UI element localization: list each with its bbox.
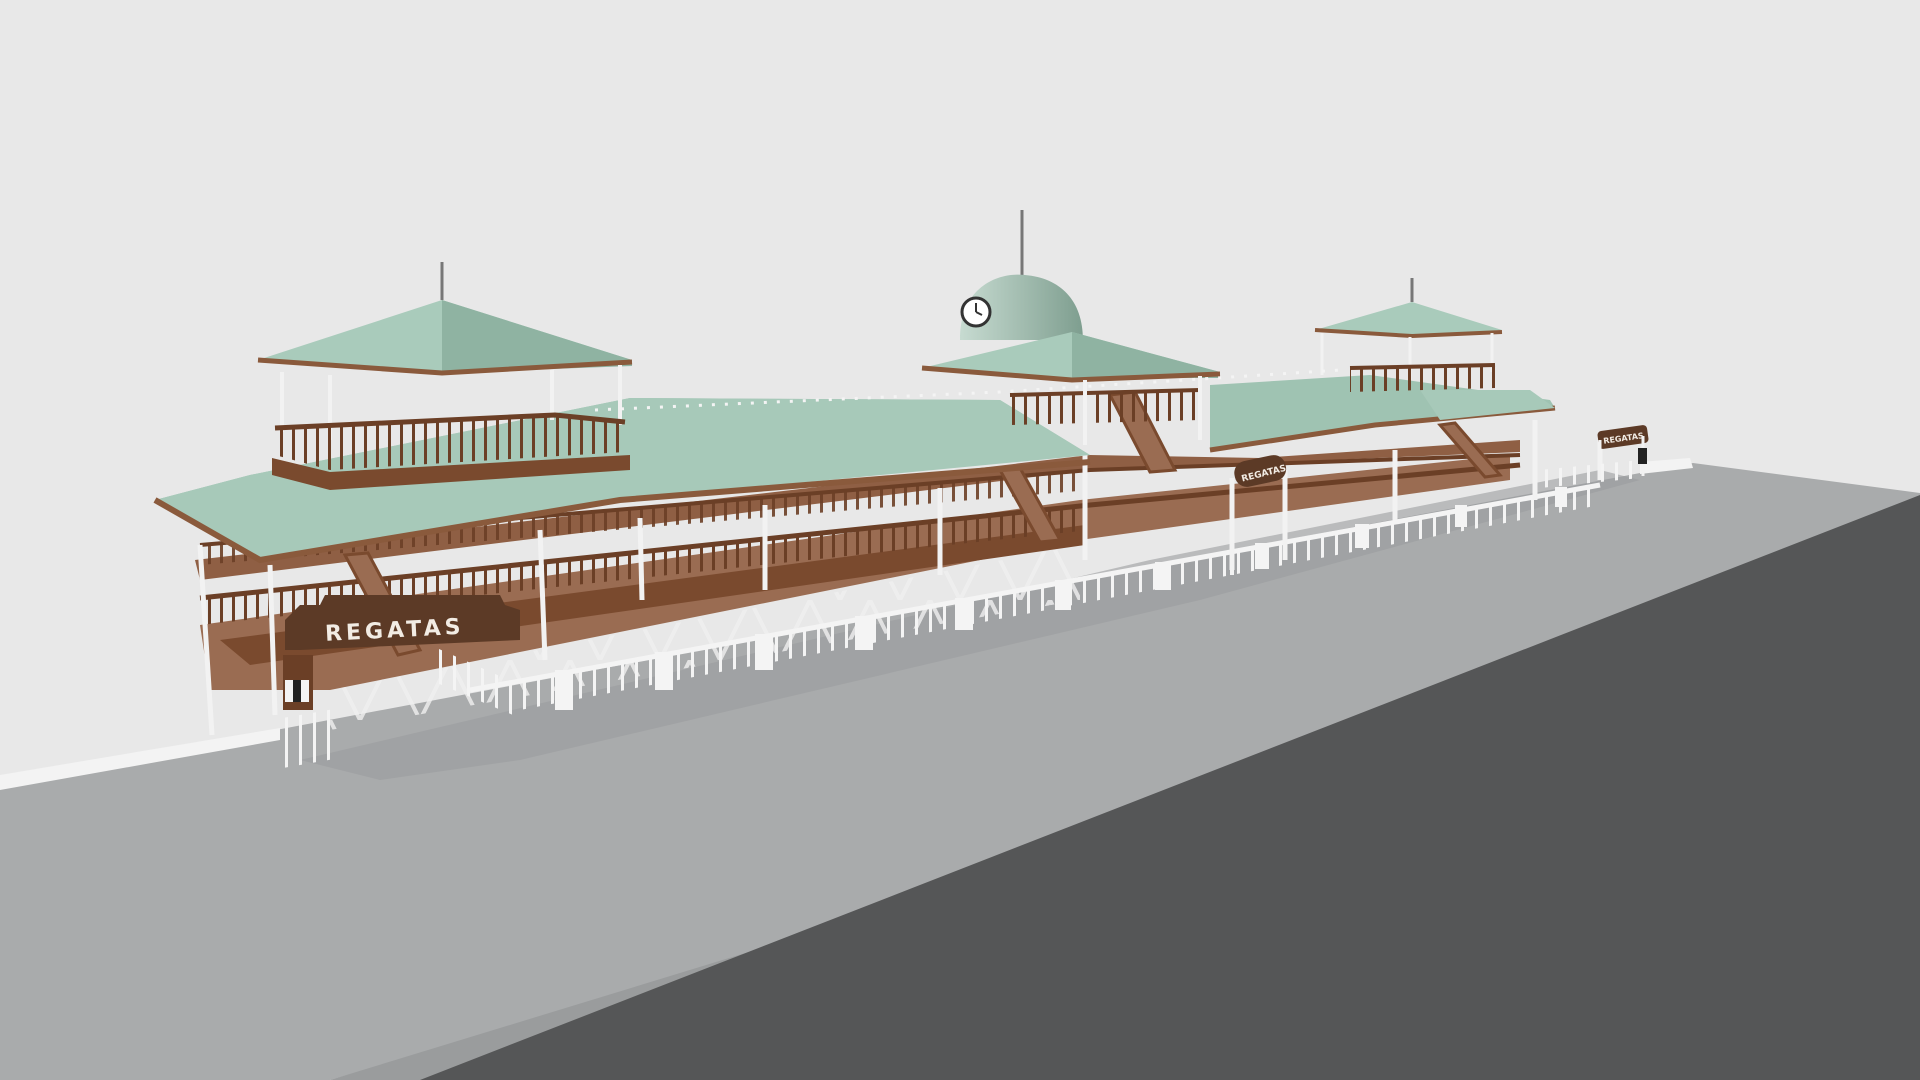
corner-gate <box>283 708 340 768</box>
grandstand-scene: REGATAS REGATAS REGATAS <box>0 210 1920 1080</box>
center-pavilion-roof-shade <box>1072 332 1220 378</box>
right-pavilion <box>1314 278 1503 392</box>
